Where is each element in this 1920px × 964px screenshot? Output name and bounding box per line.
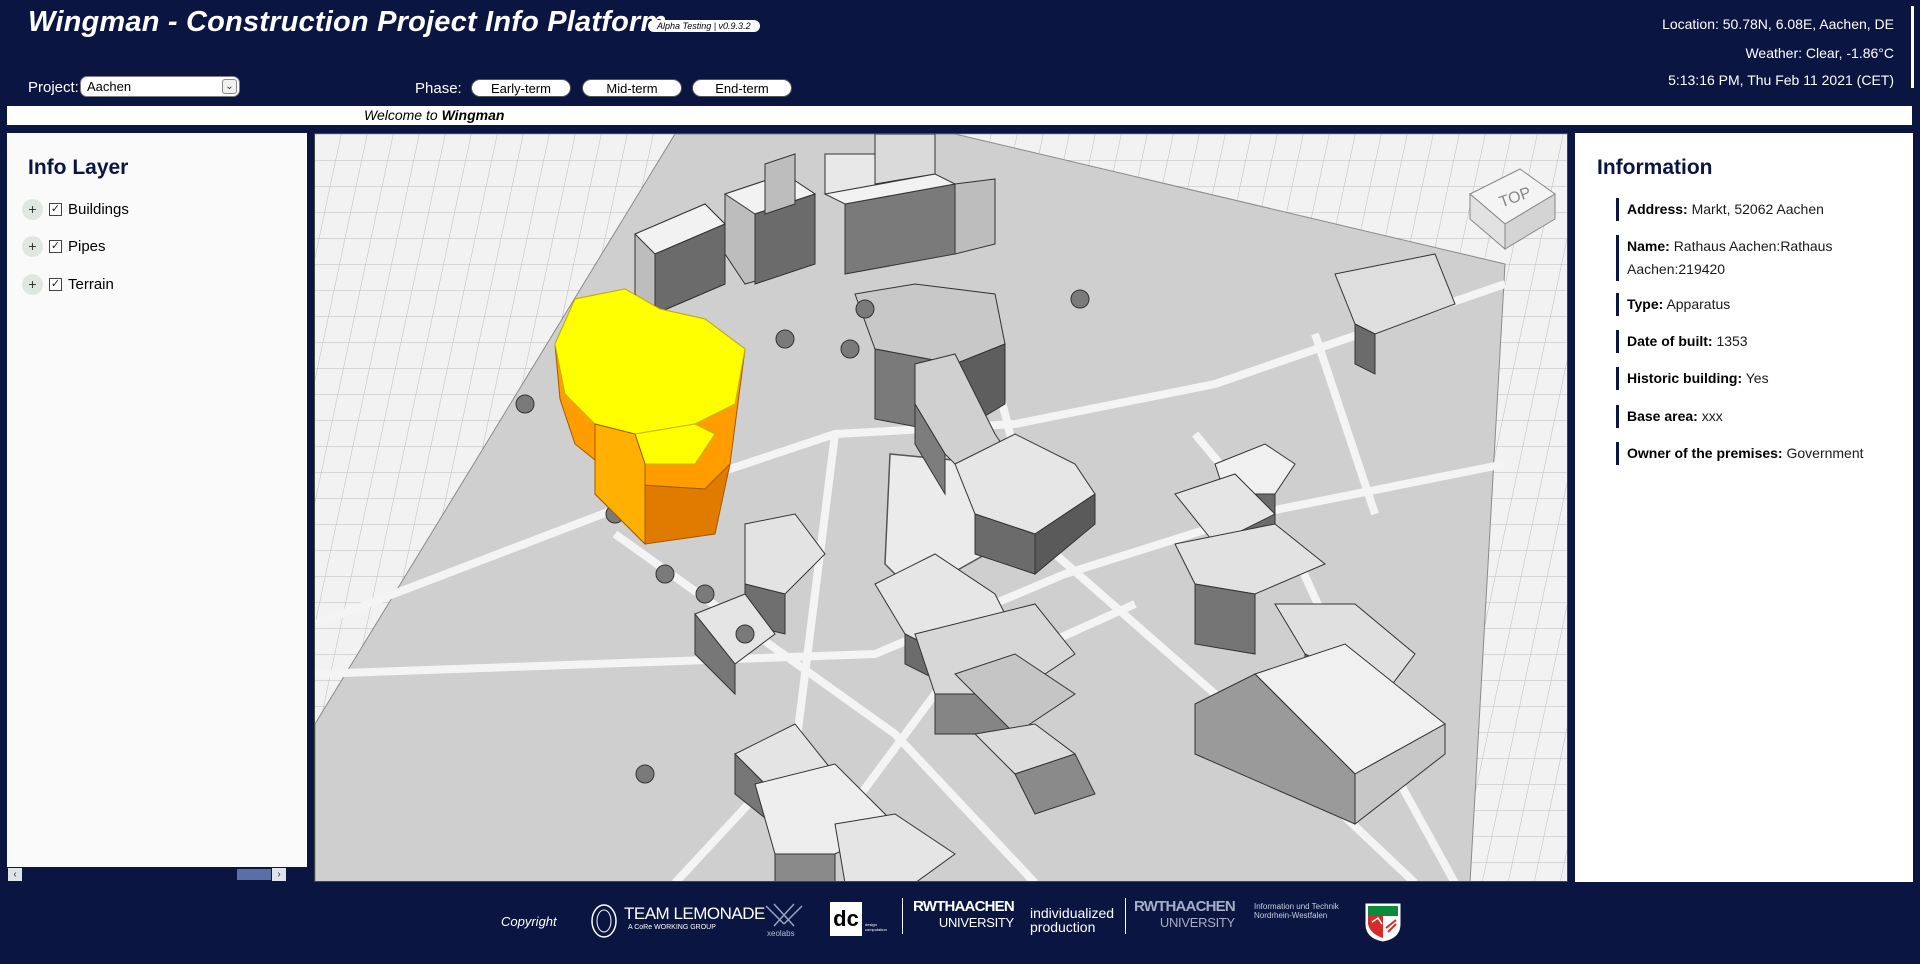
app-title: Wingman - Construction Project Info Plat… (28, 6, 667, 38)
expand-icon[interactable]: + (22, 198, 43, 220)
info-value: Government (1786, 445, 1864, 461)
rwth-2-bottom: UNIVERSITY (1159, 915, 1235, 930)
welcome-app-name: Wingman (441, 107, 505, 123)
info-row-historic-building: Historic building: Yes (1616, 367, 1898, 390)
info-key: Base area: (1627, 408, 1698, 424)
info-layer-title: Info Layer (28, 156, 129, 179)
app-header: Wingman - Construction Project Info Plat… (0, 0, 1920, 104)
weather-status: Weather: Clear, -1.86°C (1745, 45, 1894, 61)
it-nrw-logo: Information und Technik Nordrhein-Westfa… (1254, 902, 1339, 920)
layer-checkbox-buildings[interactable]: ✓ (49, 202, 62, 216)
layer-label: Terrain (68, 275, 114, 293)
phase-end-term-button[interactable]: End-term (692, 79, 792, 97)
phase-early-term-button[interactable]: Early-term (471, 79, 571, 97)
location-status: Location: 50.78N, 6.08E, Aachen, DE (1662, 16, 1894, 32)
info-key: Type: (1627, 296, 1664, 312)
team-lemonade-text: TEAM LEMONADE (624, 904, 765, 923)
xeolabs-icon (765, 903, 803, 927)
welcome-bar: Welcome to Wingman (7, 106, 1912, 125)
rwth-1-bottom: UNIVERSITY (938, 915, 1014, 930)
version-badge: Alpha Testing | v0.9.3.2 (648, 20, 760, 32)
info-value: Apparatus (1666, 296, 1731, 312)
rwth-logo-2: RWTHAACHEN UNIVERSITY (1125, 898, 1236, 934)
project-select-value: Aachen (87, 79, 132, 94)
header-scrollbar[interactable] (1911, 6, 1914, 88)
time-status: 5:13:16 PM, Thu Feb 11 2021 (CET) (1668, 72, 1894, 88)
scrollbar-thumb[interactable] (237, 869, 271, 880)
individualized-production-logo: individualized production (1030, 906, 1114, 934)
info-value: Markt, 52062 Aachen (1691, 201, 1824, 217)
rwth-1-top: RWTHAACHEN (913, 898, 1015, 915)
info-layer-panel: Info Layer + ✓ Buildings + ✓ Pipes + ✓ T… (7, 133, 307, 882)
dc-mark: dc (830, 902, 862, 936)
info-row-type: Type: Apparatus (1616, 293, 1898, 316)
lemon-icon (591, 904, 617, 938)
indiv-bottom: production (1030, 919, 1096, 935)
indiv-top: individualized (1030, 905, 1115, 921)
crest-icon (1365, 903, 1401, 942)
scroll-right-icon[interactable]: › (272, 868, 286, 881)
information-title: Information (1597, 156, 1713, 179)
info-key: Date of built: (1627, 333, 1713, 349)
scroll-left-icon[interactable]: ‹ (8, 868, 22, 881)
info-key: Name: (1627, 238, 1670, 254)
info-value: 1353 (1716, 333, 1748, 349)
nrw-crest-icon (1364, 902, 1402, 947)
dc-sub: design computation (865, 922, 887, 932)
xeolabs-text: xeolabs (767, 929, 795, 938)
horizontal-scrollbar[interactable]: ‹ › (7, 867, 307, 882)
info-value: xxx (1701, 408, 1723, 424)
layer-label: Pipes (68, 237, 106, 255)
3d-map-viewport[interactable]: TOP (314, 133, 1568, 882)
info-row-address: Address: Markt, 52062 Aachen (1616, 198, 1898, 221)
copyright-text: Copyright (501, 914, 557, 929)
nrw-top: Information und Technik (1254, 902, 1339, 911)
expand-icon[interactable]: + (22, 273, 43, 295)
phase-label: Phase: (415, 80, 462, 97)
info-key: Owner of the premises: (1627, 445, 1783, 461)
info-key: Address: (1627, 201, 1688, 217)
layer-item-pipes: + ✓ Pipes (22, 234, 106, 258)
footer: Copyright TEAM LEMONADE A CoRe WORKING G… (0, 882, 1920, 964)
info-row-name: Name: Rathaus Aachen:Rathaus Aachen:2194… (1616, 235, 1898, 281)
info-row-date-of-built: Date of built: 1353 (1616, 330, 1898, 353)
rwth-logo-1: RWTHAACHEN UNIVERSITY (902, 898, 1015, 934)
info-row-base-area: Base area: xxx (1616, 405, 1898, 428)
city-model-canvas[interactable]: TOP (315, 134, 1568, 882)
layer-item-terrain: + ✓ Terrain (22, 272, 114, 296)
layer-label: Buildings (68, 200, 129, 218)
expand-icon[interactable]: + (22, 235, 43, 257)
team-lemonade-sub: A CoRe WORKING GROUP (628, 924, 716, 931)
project-select[interactable]: Aachen ⌄ (80, 76, 240, 97)
layer-item-buildings: + ✓ Buildings (22, 197, 129, 221)
information-panel: Information Address: Markt, 52062 Aachen… (1575, 133, 1913, 882)
layer-checkbox-terrain[interactable]: ✓ (49, 277, 62, 291)
layer-checkbox-pipes[interactable]: ✓ (49, 239, 62, 253)
phase-mid-term-button[interactable]: Mid-term (582, 79, 682, 97)
info-value: Yes (1745, 370, 1769, 386)
nrw-bottom: Nordrhein-Westfalen (1254, 911, 1328, 920)
info-row-owner: Owner of the premises: Government (1616, 442, 1898, 465)
info-key: Historic building: (1627, 370, 1743, 386)
rwth-2-top: RWTHAACHEN (1134, 898, 1236, 915)
welcome-prefix: Welcome to (364, 107, 438, 123)
chevron-down-icon[interactable]: ⌄ (222, 79, 237, 94)
project-label: Project: (28, 79, 79, 96)
